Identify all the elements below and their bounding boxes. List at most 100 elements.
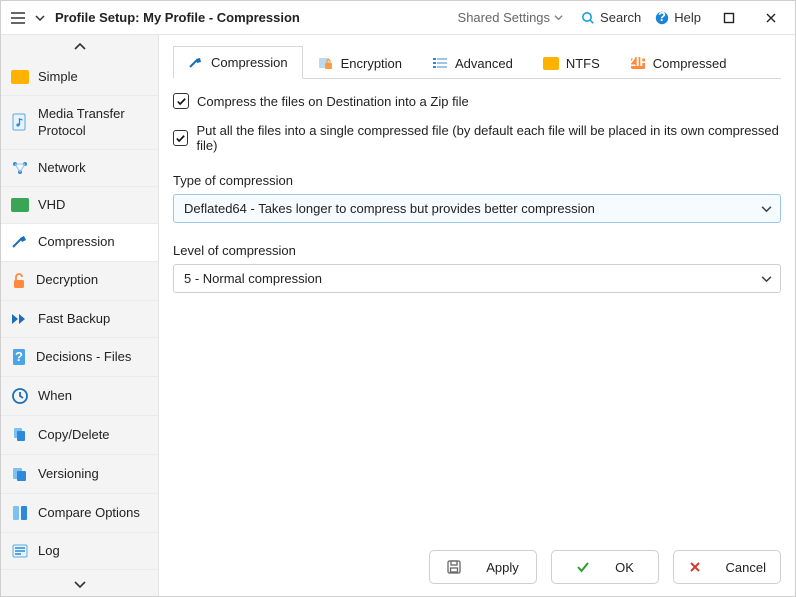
- dialog-footer: Apply OK Cancel: [173, 538, 781, 584]
- tab-encryption[interactable]: Encryption: [303, 46, 417, 79]
- clock-icon: [11, 387, 29, 405]
- sidebar-item-label: Media Transfer Protocol: [38, 106, 148, 139]
- sidebar-item-copy-delete[interactable]: Copy/Delete: [1, 416, 158, 455]
- sidebar-item-label: Network: [38, 160, 86, 176]
- sidebar-item-label: Fast Backup: [38, 311, 110, 327]
- list-icon: [432, 57, 448, 69]
- select-value: Deflated64 - Takes longer to compress bu…: [184, 201, 595, 216]
- svg-text:?: ?: [15, 349, 23, 364]
- sidebar-list: Simple Media Transfer Protocol Network: [1, 59, 158, 572]
- profile-setup-window: Profile Setup: My Profile - Compression …: [0, 0, 796, 597]
- tab-label: Advanced: [455, 56, 513, 71]
- sidebar-item-label: Decryption: [36, 272, 98, 288]
- shared-settings-dropdown[interactable]: Shared Settings: [454, 8, 568, 27]
- sidebar-item-label: Versioning: [38, 466, 99, 482]
- document-music-icon: [11, 113, 29, 133]
- checkbox-label: Put all the files into a single compress…: [196, 123, 781, 153]
- zip-icon: ZIP: [630, 56, 646, 70]
- versioning-icon: [11, 465, 29, 483]
- sidebar-item-label: Decisions - Files: [36, 349, 131, 365]
- level-of-compression-select[interactable]: 5 - Normal compression: [173, 264, 781, 293]
- copy-icon: [11, 426, 29, 444]
- sidebar-item-compare[interactable]: Compare Options: [1, 494, 158, 533]
- select-value: 5 - Normal compression: [184, 271, 322, 286]
- compression-icon: [11, 235, 29, 249]
- sidebar-item-network[interactable]: Network: [1, 150, 158, 187]
- sidebar-item-decryption[interactable]: Decryption: [1, 262, 158, 301]
- sidebar-item-label: Compression: [38, 234, 115, 250]
- ok-button[interactable]: OK: [551, 550, 659, 584]
- save-icon: [446, 559, 462, 575]
- sidebar-item-label: When: [38, 388, 72, 404]
- shared-settings-label: Shared Settings: [458, 10, 551, 25]
- sidebar-item-simple[interactable]: Simple: [1, 59, 158, 96]
- sidebar-item-mtp[interactable]: Media Transfer Protocol: [1, 96, 158, 150]
- sidebar-item-log[interactable]: Log: [1, 533, 158, 570]
- menu-icon[interactable]: [11, 12, 25, 24]
- sidebar-item-versioning[interactable]: Versioning: [1, 455, 158, 494]
- titlebar: Profile Setup: My Profile - Compression …: [1, 1, 795, 35]
- window-title: Profile Setup: My Profile - Compression: [55, 10, 300, 25]
- encryption-icon: [318, 56, 334, 70]
- network-icon: [11, 160, 29, 176]
- sidebar-item-label: VHD: [38, 197, 65, 213]
- apply-button[interactable]: Apply: [429, 550, 537, 584]
- vhd-icon: [11, 198, 29, 212]
- sidebar-item-label: Compare Options: [38, 505, 140, 521]
- checkbox-single-file[interactable]: Put all the files into a single compress…: [173, 123, 781, 153]
- button-label: Apply: [486, 560, 519, 575]
- type-of-compression-select[interactable]: Deflated64 - Takes longer to compress bu…: [173, 194, 781, 223]
- tab-label: Compression: [211, 55, 288, 70]
- compression-form: Compress the files on Destination into a…: [173, 79, 781, 293]
- chevron-down-icon: [761, 273, 772, 284]
- log-icon: [11, 543, 29, 559]
- sidebar-item-label: Log: [38, 543, 60, 559]
- svg-text:ZIP: ZIP: [630, 56, 646, 69]
- tab-advanced[interactable]: Advanced: [417, 46, 528, 79]
- lock-open-icon: [11, 272, 27, 290]
- check-icon: [575, 559, 591, 575]
- tab-label: Encryption: [341, 56, 402, 71]
- chevron-down-icon[interactable]: [35, 13, 45, 23]
- compression-icon: [188, 57, 204, 69]
- checkbox-checked-icon: [173, 93, 189, 109]
- search-icon: [581, 11, 595, 25]
- sidebar-item-compression[interactable]: Compression: [1, 224, 158, 261]
- sidebar: Simple Media Transfer Protocol Network: [1, 35, 159, 596]
- compare-icon: [11, 504, 29, 522]
- help-button[interactable]: ? Help: [655, 10, 701, 25]
- search-label: Search: [600, 10, 641, 25]
- sidebar-item-when[interactable]: When: [1, 377, 158, 416]
- chevron-down-icon: [761, 203, 772, 214]
- tab-label: NTFS: [566, 56, 600, 71]
- tab-compressed[interactable]: ZIP Compressed: [615, 46, 742, 79]
- close-button[interactable]: [757, 7, 785, 29]
- sidebar-item-decisions[interactable]: ? Decisions - Files: [1, 338, 158, 377]
- level-of-compression-label: Level of compression: [173, 243, 781, 258]
- sidebar-scroll-down[interactable]: [1, 572, 158, 596]
- help-icon: ?: [655, 11, 669, 25]
- question-document-icon: ?: [11, 348, 27, 366]
- checkbox-checked-icon: [173, 130, 188, 146]
- tab-label: Compressed: [653, 56, 727, 71]
- cancel-button[interactable]: Cancel: [673, 550, 781, 584]
- search-button[interactable]: Search: [581, 10, 641, 25]
- tab-ntfs[interactable]: NTFS: [528, 46, 615, 79]
- sidebar-item-label: Copy/Delete: [38, 427, 110, 443]
- tab-bar: Compression Encryption Advanced NTF: [173, 45, 781, 79]
- help-label: Help: [674, 10, 701, 25]
- folder-icon: [543, 57, 559, 70]
- svg-text:?: ?: [658, 11, 666, 24]
- button-label: OK: [615, 560, 634, 575]
- button-label: Cancel: [726, 560, 766, 575]
- sidebar-item-vhd[interactable]: VHD: [1, 187, 158, 224]
- checkbox-compress-destination[interactable]: Compress the files on Destination into a…: [173, 93, 781, 109]
- tab-compression[interactable]: Compression: [173, 46, 303, 79]
- sidebar-item-label: Simple: [38, 69, 78, 85]
- sidebar-scroll-up[interactable]: [1, 35, 158, 59]
- sidebar-item-fast-backup[interactable]: Fast Backup: [1, 301, 158, 338]
- content-area: Compression Encryption Advanced NTF: [159, 35, 795, 596]
- maximize-button[interactable]: [715, 7, 743, 29]
- close-icon: [688, 560, 702, 574]
- type-of-compression-label: Type of compression: [173, 173, 781, 188]
